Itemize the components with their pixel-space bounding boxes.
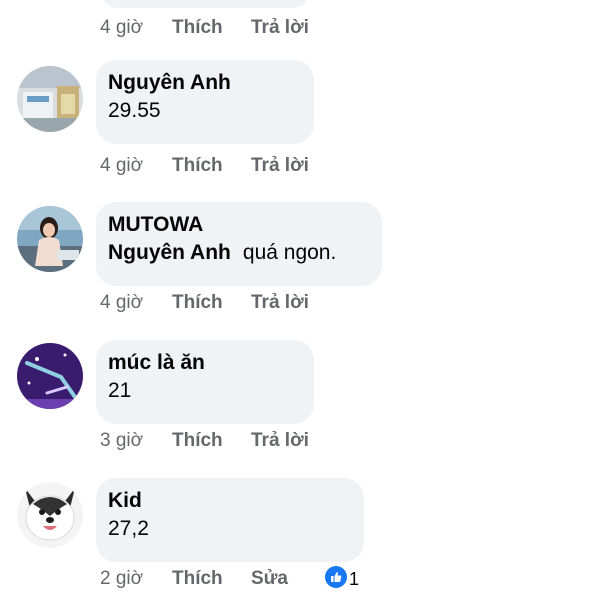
like-button[interactable]: Thích bbox=[172, 155, 223, 177]
comment-actions: 4 giờ Thích Trả lời bbox=[0, 17, 600, 39]
reaction-count: 1 bbox=[349, 568, 360, 589]
reply-button[interactable]: Trả lời bbox=[251, 292, 309, 314]
comment-author[interactable]: múc là ăn bbox=[108, 350, 300, 376]
mention-link[interactable]: Nguyên Anh bbox=[108, 241, 231, 264]
avatar[interactable] bbox=[17, 66, 83, 132]
reply-button[interactable]: Trả lời bbox=[251, 17, 309, 39]
comment-actions: 4 giờ Thích Trả lời bbox=[0, 155, 600, 177]
comment-thread: 4 giờ Thích Trả lời Nguyên Anh 29.55 4 g… bbox=[0, 0, 600, 600]
comment-bubble[interactable]: Kid 27,2 bbox=[96, 478, 364, 562]
reaction-summary[interactable]: 1 bbox=[325, 565, 360, 593]
comment-time[interactable]: 4 giờ bbox=[100, 292, 143, 314]
comment-actions: 4 giờ Thích Trả lời bbox=[0, 292, 600, 314]
avatar[interactable] bbox=[17, 343, 83, 409]
like-button[interactable]: Thích bbox=[172, 430, 223, 452]
comment-time[interactable]: 3 giờ bbox=[100, 430, 143, 452]
comment-author[interactable]: Kid bbox=[108, 488, 350, 514]
comment-text: 21 bbox=[108, 379, 132, 402]
comment-actions: 3 giờ Thích Trả lời bbox=[0, 430, 600, 452]
comment-actions: 2 giờ Thích Sửa 1 bbox=[0, 565, 600, 593]
comment-time[interactable]: 4 giờ bbox=[100, 155, 143, 177]
like-button[interactable]: Thích bbox=[172, 568, 223, 590]
comment-bubble[interactable]: MUTOWA Nguyên Anh quá ngon. bbox=[96, 202, 382, 286]
avatar[interactable] bbox=[17, 206, 83, 272]
reply-button[interactable]: Trả lời bbox=[251, 430, 309, 452]
comment-bubble[interactable]: Nguyên Anh 29.55 bbox=[96, 60, 314, 144]
edit-button[interactable]: Sửa bbox=[251, 568, 288, 590]
comment-time[interactable]: 4 giờ bbox=[100, 17, 143, 39]
like-button[interactable]: Thích bbox=[172, 17, 223, 39]
like-button[interactable]: Thích bbox=[172, 292, 223, 314]
comment-text: quá ngon. bbox=[242, 241, 337, 264]
avatar[interactable] bbox=[17, 482, 83, 548]
comment-author[interactable]: Nguyên Anh bbox=[108, 70, 300, 96]
comment-text: 29.55 bbox=[108, 99, 161, 122]
previous-comment-bubble bbox=[100, 0, 310, 8]
thumbs-up-icon bbox=[325, 565, 347, 593]
comment-author[interactable]: MUTOWA bbox=[108, 212, 368, 238]
comment-bubble[interactable]: múc là ăn 21 bbox=[96, 340, 314, 424]
comment-time[interactable]: 2 giờ bbox=[100, 568, 143, 590]
comment-text: 27,2 bbox=[108, 517, 149, 540]
reply-button[interactable]: Trả lời bbox=[251, 155, 309, 177]
